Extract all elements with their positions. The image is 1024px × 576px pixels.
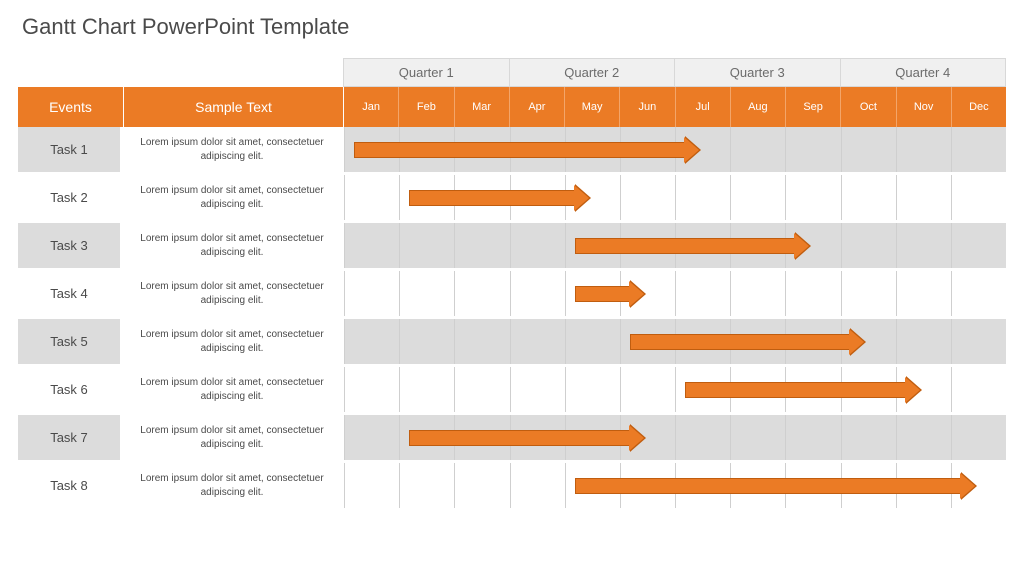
gantt-bar-arrow [575,286,630,302]
month-label: Aug [730,87,785,127]
month-label: Sep [785,87,840,127]
task-name: Task 1 [18,127,124,172]
task-row: Task 2Lorem ipsum dolor sit amet, consec… [18,175,1006,223]
month-labels: Jan Feb Mar Apr May Jun Jul Aug Sep Oct … [344,87,1006,127]
task-name: Task 8 [18,463,124,508]
month-label: Jun [619,87,674,127]
gantt-bar-arrow [409,430,630,446]
task-description: Lorem ipsum dolor sit amet, consectetuer… [124,415,344,460]
column-header-row: Events Sample Text Jan Feb Mar Apr May J… [18,87,1006,127]
gantt-bar-arrow [354,142,685,158]
quarter-label: Quarter 1 [343,58,510,87]
task-timeline [344,223,1006,268]
task-row: Task 8Lorem ipsum dolor sit amet, consec… [18,463,1006,511]
gantt-bar-arrow [630,334,851,350]
header-events: Events [18,87,124,127]
quarter-label: Quarter 3 [674,58,841,87]
task-description: Lorem ipsum dolor sit amet, consectetuer… [124,319,344,364]
task-timeline [344,367,1006,412]
month-label: Feb [398,87,453,127]
task-name: Task 6 [18,367,124,412]
task-name: Task 3 [18,223,124,268]
quarter-label: Quarter 2 [509,58,676,87]
task-timeline [344,319,1006,364]
task-name: Task 7 [18,415,124,460]
task-row: Task 4Lorem ipsum dolor sit amet, consec… [18,271,1006,319]
quarter-labels: Quarter 1 Quarter 2 Quarter 3 Quarter 4 [344,58,1006,87]
task-timeline [344,463,1006,508]
task-name: Task 4 [18,271,124,316]
task-description: Lorem ipsum dolor sit amet, consectetuer… [124,127,344,172]
task-name: Task 5 [18,319,124,364]
month-label: Apr [509,87,564,127]
task-row: Task 3Lorem ipsum dolor sit amet, consec… [18,223,1006,271]
task-name: Task 2 [18,175,124,220]
month-label: Mar [454,87,509,127]
gantt-bar-arrow [575,478,961,494]
month-label: Oct [840,87,895,127]
month-label: May [564,87,619,127]
task-description: Lorem ipsum dolor sit amet, consectetuer… [124,223,344,268]
gantt-chart: Quarter 1 Quarter 2 Quarter 3 Quarter 4 … [18,58,1006,511]
gantt-bar-arrow [575,238,796,254]
task-description: Lorem ipsum dolor sit amet, consectetuer… [124,175,344,220]
task-timeline [344,271,1006,316]
task-row: Task 7Lorem ipsum dolor sit amet, consec… [18,415,1006,463]
task-timeline [344,127,1006,172]
page-title: Gantt Chart PowerPoint Template [22,14,1006,40]
quarter-header-row: Quarter 1 Quarter 2 Quarter 3 Quarter 4 [18,58,1006,87]
task-row: Task 6Lorem ipsum dolor sit amet, consec… [18,367,1006,415]
header-sample-text: Sample Text [124,87,344,127]
month-label: Dec [951,87,1006,127]
quarter-label: Quarter 4 [840,58,1007,87]
task-row: Task 1Lorem ipsum dolor sit amet, consec… [18,127,1006,175]
month-label: Nov [896,87,951,127]
task-timeline [344,415,1006,460]
task-rows: Task 1Lorem ipsum dolor sit amet, consec… [18,127,1006,511]
quarter-spacer [18,58,344,87]
task-description: Lorem ipsum dolor sit amet, consectetuer… [124,463,344,508]
month-label: Jan [344,87,398,127]
month-label: Jul [675,87,730,127]
gantt-bar-arrow [685,382,906,398]
task-row: Task 5Lorem ipsum dolor sit amet, consec… [18,319,1006,367]
task-description: Lorem ipsum dolor sit amet, consectetuer… [124,271,344,316]
gantt-bar-arrow [409,190,575,206]
task-description: Lorem ipsum dolor sit amet, consectetuer… [124,367,344,412]
task-timeline [344,175,1006,220]
